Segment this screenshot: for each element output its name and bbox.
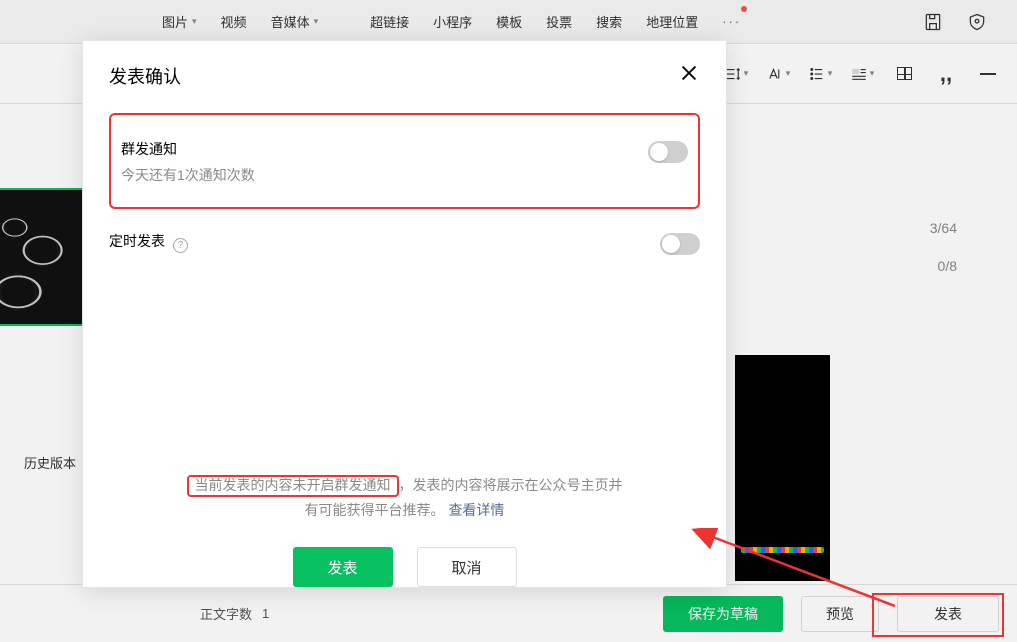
schedule-title: 定时发表 ? (109, 231, 660, 253)
footnote-highlight: 当前发表的内容未开启群发通知 (187, 475, 399, 497)
modal-footnote: 当前发表的内容未开启群发通知，发表的内容将展示在公众号主页并 有可能获得平台推荐… (109, 473, 700, 523)
broadcast-toggle[interactable] (648, 141, 688, 163)
schedule-toggle[interactable] (660, 233, 700, 255)
footnote-link[interactable]: 查看详情 (448, 502, 504, 518)
broadcast-subtitle: 今天还有1次通知次数 (121, 165, 648, 185)
broadcast-title: 群发通知 (121, 139, 648, 159)
close-icon[interactable] (678, 62, 700, 89)
modal-cancel-button[interactable]: 取消 (417, 547, 517, 587)
modal-title: 发表确认 (109, 63, 181, 89)
modal-publish-button[interactable]: 发表 (293, 547, 393, 587)
help-icon[interactable]: ? (173, 238, 188, 253)
broadcast-callout: 群发通知 今天还有1次通知次数 (109, 113, 700, 209)
publish-confirm-modal: 发表确认 群发通知 今天还有1次通知次数 定时发表 ? (82, 40, 727, 588)
